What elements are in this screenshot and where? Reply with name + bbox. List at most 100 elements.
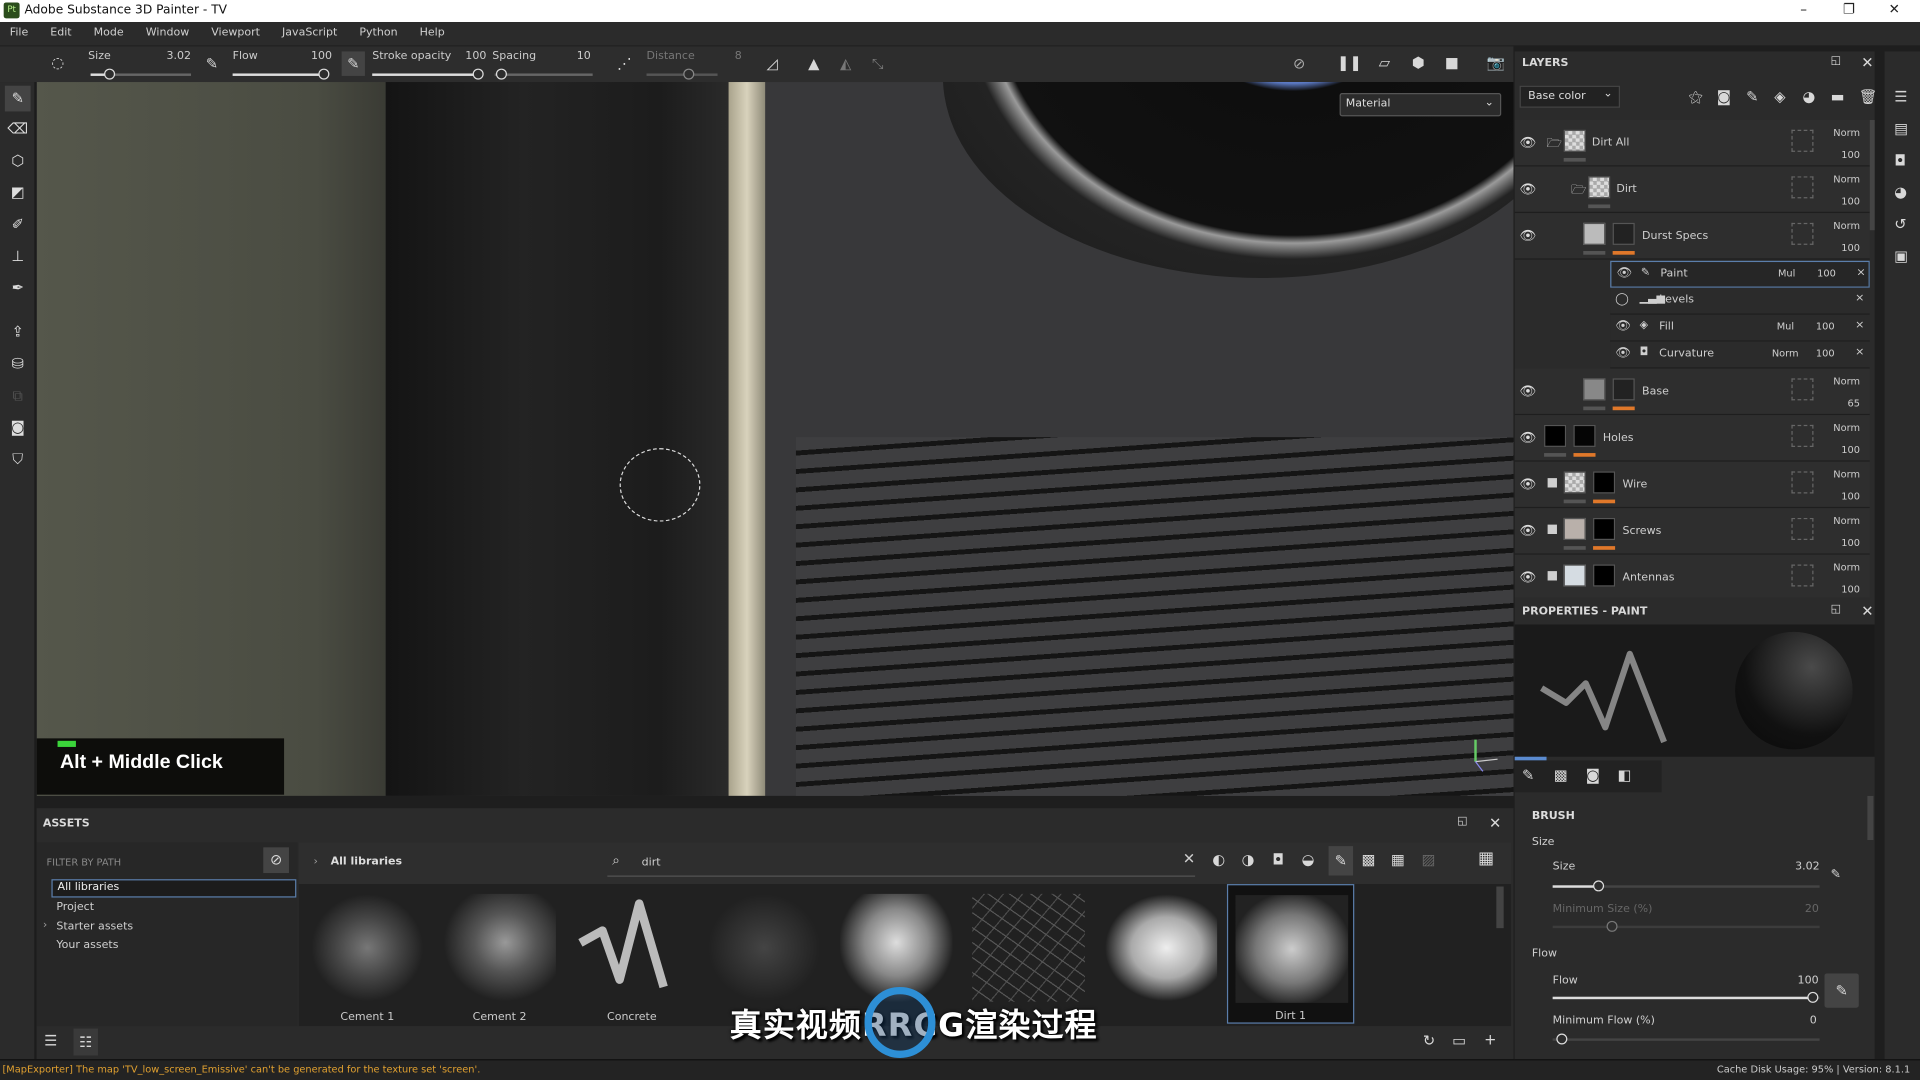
clear-search-button[interactable]: ✕ <box>1183 850 1195 867</box>
mask-slot[interactable] <box>1791 564 1814 587</box>
menu-mode[interactable]: Mode <box>94 22 124 45</box>
layer-row[interactable]: 👁 ■ Antennas Norm 100 <box>1514 554 1870 598</box>
filter-environment-icon[interactable]: ▨ <box>1422 851 1436 868</box>
object-view-icon[interactable]: ⬢ <box>1412 54 1425 71</box>
effect-opacity[interactable]: 100 <box>1816 321 1835 332</box>
spacing-value[interactable]: 10 <box>577 50 591 62</box>
add-paint-layer-icon[interactable]: ✎ <box>1746 88 1758 105</box>
blend-mode[interactable]: Norm <box>1833 127 1860 138</box>
size-value[interactable]: 3.02 <box>1795 861 1820 873</box>
tree-item-all-libraries[interactable]: All libraries <box>51 879 297 898</box>
asset-item[interactable]: Cement 1 <box>304 884 431 1024</box>
blend-mode[interactable]: Norm <box>1833 174 1860 185</box>
layer-row[interactable]: 👁 Holes Norm 100 <box>1514 415 1870 462</box>
paint-tool-icon[interactable]: ✎ <box>4 85 31 112</box>
texture-set-list-icon[interactable]: ☰ <box>1894 88 1907 105</box>
effect-blend[interactable]: Mul <box>1777 321 1794 332</box>
filter-mask-icon[interactable]: ◘ <box>1272 851 1284 868</box>
menu-help[interactable]: Help <box>420 22 445 45</box>
size-slider[interactable] <box>1552 880 1820 892</box>
assets-scrollbar[interactable] <box>1496 886 1504 929</box>
visibility-eye-icon[interactable]: 👁 <box>1616 267 1632 280</box>
remove-effect-icon[interactable]: × <box>1856 267 1865 279</box>
screenshot-icon[interactable]: 📷 <box>1487 54 1505 71</box>
asset-item[interactable] <box>1097 884 1224 1024</box>
min-flow-slider[interactable] <box>1552 1033 1820 1045</box>
layer-opacity[interactable]: 100 <box>1841 196 1860 207</box>
add-icon[interactable]: + <box>1484 1031 1496 1048</box>
flow-slider[interactable] <box>1552 991 1820 1003</box>
mask-slot[interactable] <box>1791 517 1814 541</box>
camera-icon[interactable]: ■ <box>1445 54 1459 71</box>
tree-item-starter-assets[interactable]: Starter assets <box>56 921 133 933</box>
clone-stamp-icon[interactable]: ⊥ <box>5 244 31 270</box>
effect-row[interactable]: ◯ ▁▃▅ Levels × <box>1610 287 1870 315</box>
layer-opacity[interactable]: 65 <box>1848 398 1860 409</box>
effect-blend[interactable]: Mul <box>1778 268 1795 279</box>
tab-stencil-icon[interactable]: ◙ <box>1586 767 1600 784</box>
filter-material-icon[interactable]: ◐ <box>1212 851 1225 868</box>
shelf-icon[interactable]: ⛉ <box>5 447 31 473</box>
effect-row[interactable]: 👁 ◈ Fill Mul 100 × <box>1610 314 1870 342</box>
menu-edit[interactable]: Edit <box>50 22 71 45</box>
menu-file[interactable]: File <box>10 22 28 45</box>
maximize-button[interactable]: ❐ <box>1831 1 1868 17</box>
export-icon[interactable]: ⇪ <box>5 320 31 346</box>
channel-dropdown[interactable]: Base color ⌄ <box>1519 85 1621 108</box>
hide-filter-icon[interactable]: ⊘ <box>263 847 289 874</box>
list-view-icon[interactable]: ☰ <box>44 1032 57 1049</box>
layer-opacity[interactable]: 100 <box>1841 538 1860 549</box>
mask-slot[interactable] <box>1791 176 1814 199</box>
hide-selection-icon[interactable]: ⊘ <box>1293 55 1305 72</box>
smudge-tool-icon[interactable]: ✐ <box>5 212 31 238</box>
layer-opacity[interactable]: 100 <box>1841 149 1860 160</box>
min-flow-value[interactable]: 0 <box>1810 1015 1817 1027</box>
menu-javascript[interactable]: JavaScript <box>282 22 337 45</box>
min-size-value[interactable]: 20 <box>1805 904 1819 916</box>
effect-opacity[interactable]: 100 <box>1817 268 1836 279</box>
add-mask-icon[interactable]: ◙ <box>1717 88 1731 105</box>
filter-alpha-icon[interactable]: ▩ <box>1362 851 1376 868</box>
close-panel-icon[interactable]: ✕ <box>1861 602 1873 619</box>
mask-slot[interactable] <box>1791 378 1814 401</box>
add-effect-icon[interactable]: ⚝ <box>1689 88 1703 106</box>
layers-scrollbar[interactable] <box>1869 120 1875 231</box>
3d-viewport[interactable]: Material ⌄ <box>36 82 1514 796</box>
mask-slot[interactable] <box>1791 222 1814 245</box>
remove-effect-icon[interactable]: × <box>1855 347 1864 359</box>
distance-slider[interactable] <box>646 68 718 80</box>
display-settings-icon[interactable]: ◘ <box>1894 152 1906 169</box>
visibility-eye-icon[interactable]: 👁 <box>1615 347 1631 360</box>
blend-mode[interactable]: Norm <box>1833 422 1860 433</box>
search-input[interactable]: dirt <box>607 847 1196 877</box>
layer-row[interactable]: 👁 Durst Specs Norm 100 <box>1514 213 1870 260</box>
new-library-icon[interactable]: ▭ <box>1452 1032 1466 1049</box>
close-panel-icon[interactable]: ✕ <box>1489 814 1501 831</box>
transform-icon[interactable]: ⤡ <box>872 55 884 73</box>
pause-icon[interactable]: ❚❚ <box>1337 54 1362 71</box>
visibility-eye-off-icon[interactable]: ◯ <box>1615 293 1629 306</box>
asset-item[interactable]: Cement 2 <box>436 884 563 1024</box>
size-value[interactable]: 3.02 <box>167 50 192 62</box>
flow-slider[interactable] <box>232 68 330 80</box>
stroke-opacity-slider[interactable] <box>372 68 484 80</box>
tab-alpha-icon[interactable]: ▩ <box>1554 767 1568 784</box>
eraser-tool-icon[interactable]: ⌫ <box>5 116 31 142</box>
layer-row[interactable]: 👁 Base Norm 65 <box>1514 368 1870 416</box>
mask-slot[interactable] <box>1791 471 1814 494</box>
brush-shape-icon[interactable]: ◌ <box>51 54 64 71</box>
layer-opacity[interactable]: 100 <box>1841 444 1860 455</box>
layer-row[interactable]: 👁 🗁 Dirt All Norm 100 <box>1514 120 1870 167</box>
filter-generator-icon[interactable]: ◒ <box>1302 851 1315 868</box>
add-folder-icon[interactable]: ▬ <box>1831 88 1845 105</box>
bake-icon[interactable]: ⛁ <box>5 351 31 377</box>
delete-layer-icon[interactable]: 🗑 <box>1859 88 1878 105</box>
render-icon[interactable]: ◙ <box>5 415 31 441</box>
float-panel-icon[interactable]: ◱ <box>1831 604 1841 616</box>
grid-view-icon[interactable]: ▦ <box>1478 849 1494 869</box>
layer-opacity[interactable]: 100 <box>1841 491 1860 502</box>
float-panel-icon[interactable]: ◱ <box>1831 55 1841 67</box>
remove-effect-icon[interactable]: × <box>1855 293 1864 305</box>
flow-value[interactable]: 100 <box>1798 975 1819 987</box>
effect-blend[interactable]: Norm <box>1772 348 1799 359</box>
